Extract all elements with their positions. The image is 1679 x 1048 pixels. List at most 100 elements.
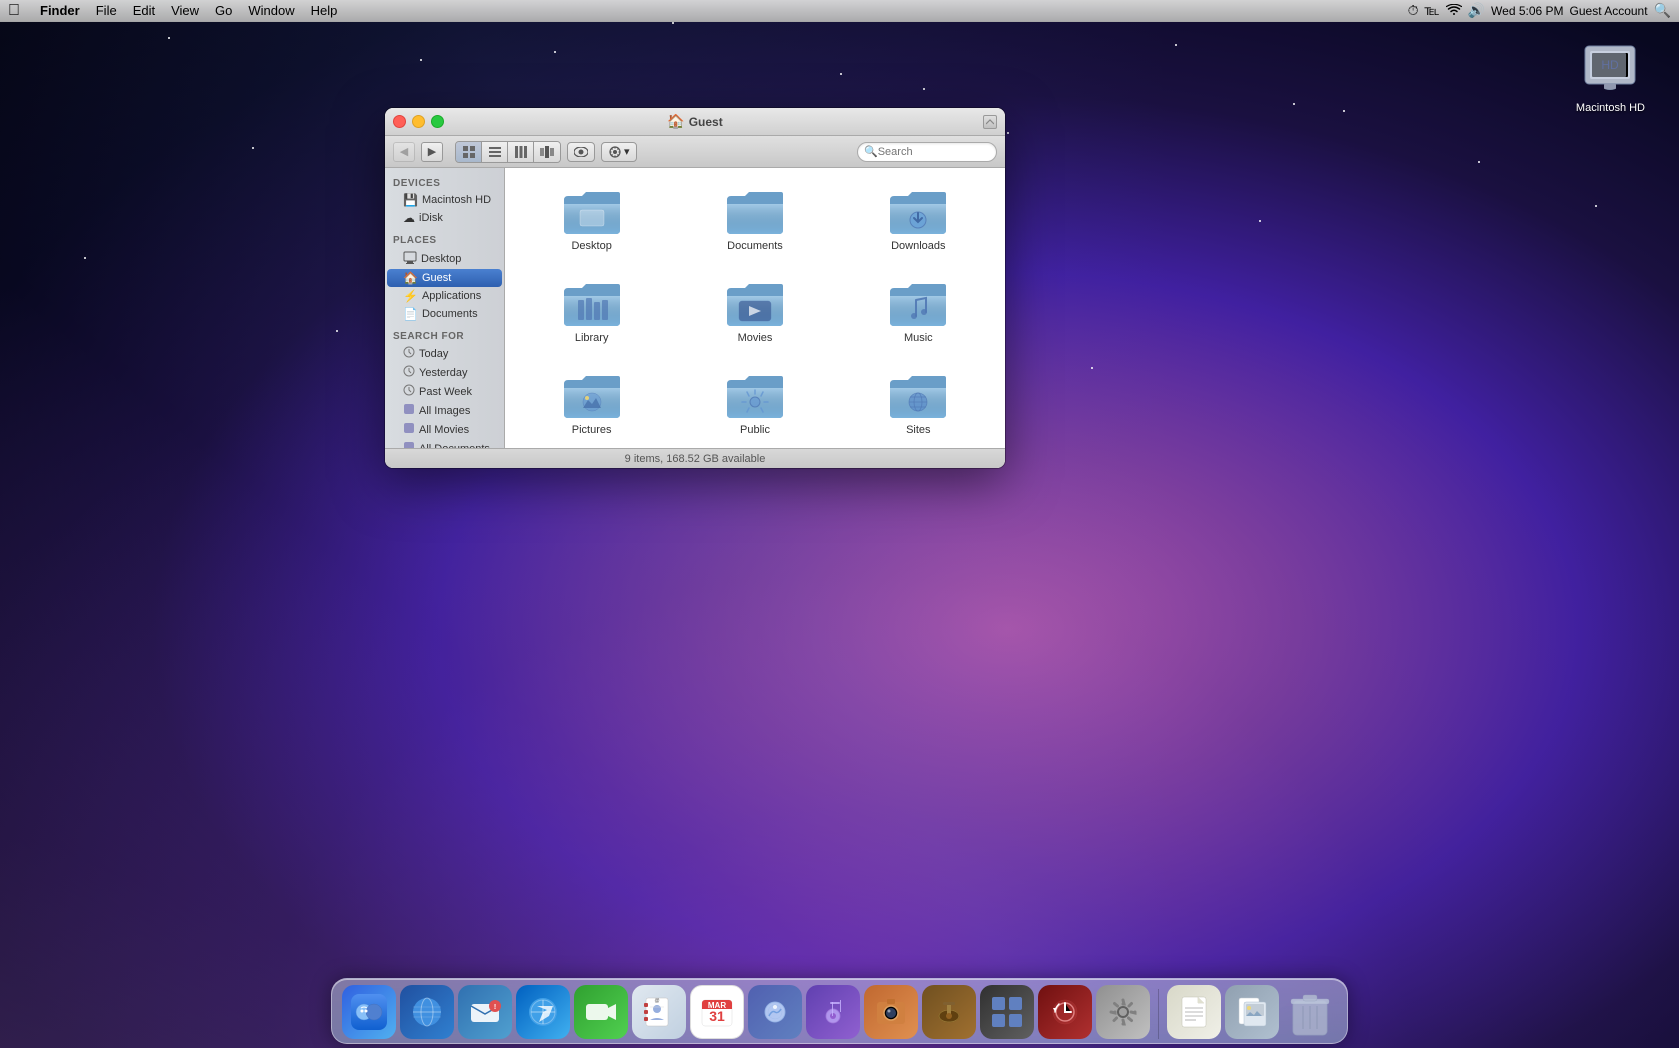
dock-item-trash[interactable] (1283, 985, 1337, 1039)
maximize-button[interactable] (431, 115, 444, 128)
preview-dock-icon (1225, 985, 1279, 1039)
main-content-area: Desktop Documents (505, 168, 1005, 448)
dock-item-garageband[interactable] (922, 985, 976, 1039)
folder-music[interactable]: Music (842, 270, 995, 352)
sidebar-item-yesterday[interactable]: Yesterday (387, 363, 502, 382)
apple-menu-button[interactable]:  (8, 2, 20, 20)
folder-sites[interactable]: Sites (842, 362, 995, 444)
sidebar-devices-section: DEVICES 💾 Macintosh HD ☁ iDisk (385, 176, 504, 227)
collapse-button[interactable] (983, 115, 997, 129)
idisk-icon: ☁ (403, 211, 415, 225)
view-column-button[interactable] (508, 142, 534, 162)
sidebar-item-today[interactable]: Today (387, 344, 502, 363)
folder-desktop[interactable]: Desktop (515, 178, 668, 260)
folder-library-label: Library (575, 332, 609, 344)
folder-documents-label: Documents (727, 240, 783, 252)
menubar-left:  Finder File Edit View Go Window Help (8, 0, 345, 22)
sidebar-item-all-images[interactable]: All Images (387, 401, 502, 420)
menu-finder[interactable]: Finder (32, 0, 88, 22)
dock-item-preview[interactable] (1225, 985, 1279, 1039)
systemprefs-dock-icon (1096, 985, 1150, 1039)
folder-pictures[interactable]: Pictures (515, 362, 668, 444)
folder-movies[interactable]: Movies (678, 270, 831, 352)
sidebar-item-idisk[interactable]: ☁ iDisk (387, 209, 502, 227)
menu-file[interactable]: File (88, 0, 125, 22)
dock-item-texteditor[interactable] (1167, 985, 1221, 1039)
past-week-icon (403, 384, 415, 399)
all-movies-icon (403, 422, 415, 437)
menu-go[interactable]: Go (207, 0, 240, 22)
sidebar-item-documents[interactable]: 📄 Documents (387, 305, 502, 323)
dock-item-addressbook[interactable]: @ (632, 985, 686, 1039)
dock-item-itunes[interactable] (806, 985, 860, 1039)
sidebar-item-desktop[interactable]: Desktop (387, 248, 502, 269)
forward-button[interactable]: ▶ (421, 142, 443, 162)
folder-public-icon (725, 370, 785, 420)
dock-item-calendar[interactable]: MAR 31 (690, 985, 744, 1039)
sidebar-item-all-movies[interactable]: All Movies (387, 420, 502, 439)
folder-library-icon (562, 278, 622, 328)
sidebar-item-macintosh-hd[interactable]: 💾 Macintosh HD (387, 191, 502, 209)
view-coverflow-button[interactable] (534, 142, 560, 162)
folder-documents[interactable]: Documents (678, 178, 831, 260)
dock-item-facetime[interactable] (574, 985, 628, 1039)
dock-item-timemachine[interactable] (1038, 985, 1092, 1039)
bluetooth-icon[interactable]: ℡ (1425, 2, 1440, 19)
menu-help[interactable]: Help (303, 0, 346, 22)
sidebar-item-all-documents[interactable]: All Documents (387, 439, 502, 448)
action-button[interactable]: ▾ (601, 142, 637, 162)
sidebar-item-past-week[interactable]: Past Week (387, 382, 502, 401)
dock-item-finder[interactable] (342, 985, 396, 1039)
dock: ! (331, 978, 1348, 1044)
folder-pictures-label: Pictures (572, 424, 612, 436)
menu-edit[interactable]: Edit (125, 0, 163, 22)
mail-dock-icon: ! (458, 985, 512, 1039)
folder-downloads[interactable]: Downloads (842, 178, 995, 260)
finder-window: 🏠 Guest ◀ ▶ (385, 108, 1005, 468)
window-body: DEVICES 💾 Macintosh HD ☁ iDisk PLACES (385, 168, 1005, 448)
iphoto-dock-icon (748, 985, 802, 1039)
wifi-icon[interactable] (1446, 3, 1462, 19)
dock-item-safari[interactable] (516, 985, 570, 1039)
applications-sidebar-icon: ⚡ (403, 289, 418, 303)
dock-item-systemprefs[interactable] (1096, 985, 1150, 1039)
time-machine-icon[interactable]: ⏱ (1408, 2, 1419, 19)
menu-window[interactable]: Window (240, 0, 302, 22)
folder-music-label: Music (904, 332, 933, 344)
minimize-button[interactable] (412, 115, 425, 128)
folder-public[interactable]: Public (678, 362, 831, 444)
trash-dock-icon (1283, 985, 1337, 1039)
menu-view[interactable]: View (163, 0, 207, 22)
desktop-sidebar-icon (403, 250, 417, 267)
folder-downloads-icon (888, 186, 948, 236)
view-icon-button[interactable] (456, 142, 482, 162)
dock-item-mail[interactable]: ! (458, 985, 512, 1039)
eye-button[interactable] (567, 142, 595, 162)
search-input[interactable] (878, 146, 990, 158)
view-list-button[interactable] (482, 142, 508, 162)
folder-movies-icon (725, 278, 785, 328)
volume-icon[interactable]: 🔊 (1468, 2, 1485, 19)
back-button[interactable]: ◀ (393, 142, 415, 162)
menubar:  Finder File Edit View Go Window Help ⏱… (0, 0, 1679, 22)
user-account-display[interactable]: Guest Account (1570, 4, 1648, 18)
dock-item-dashboard[interactable] (400, 985, 454, 1039)
datetime-display: Wed 5:06 PM (1491, 4, 1563, 18)
sidebar-item-applications[interactable]: ⚡ Applications (387, 287, 502, 305)
folder-public-label: Public (740, 424, 770, 436)
sidebar-item-guest[interactable]: 🏠 Guest (387, 269, 502, 287)
close-button[interactable] (393, 115, 406, 128)
dock-item-photobooth[interactable] (864, 985, 918, 1039)
spotlight-icon[interactable]: 🔍 (1654, 2, 1671, 19)
yesterday-icon (403, 365, 415, 380)
window-title-icon: 🏠 (667, 113, 684, 130)
calendar-dock-icon: MAR 31 (690, 985, 744, 1039)
macintosh-hd-icon[interactable]: HD Macintosh HD (1572, 30, 1649, 118)
folder-library[interactable]: Library (515, 270, 668, 352)
facetime-dock-icon (574, 985, 628, 1039)
hd-icon: 💾 (403, 193, 418, 207)
dock-item-iphoto[interactable] (748, 985, 802, 1039)
photobooth-dock-icon (864, 985, 918, 1039)
dock-item-spaces[interactable] (980, 985, 1034, 1039)
dashboard-dock-icon (400, 985, 454, 1039)
